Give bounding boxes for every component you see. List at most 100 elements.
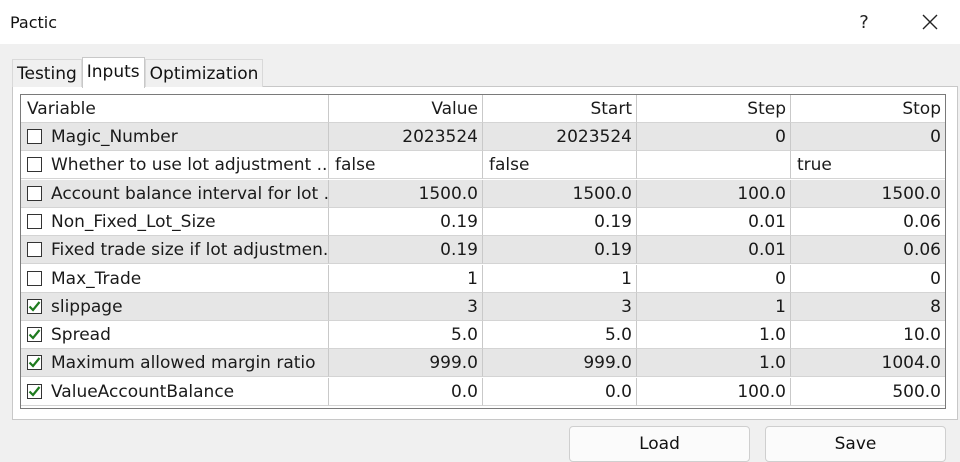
close-button[interactable] <box>908 6 952 38</box>
variable-cell[interactable]: Non_Fixed_Lot_Size <box>21 208 329 236</box>
table-row[interactable]: Fixed trade size if lot adjustmen... 0.19… <box>21 236 945 264</box>
stop-cell[interactable]: 1500.0 <box>791 180 945 208</box>
value-cell[interactable]: 1500.0 <box>329 180 483 208</box>
variable-cell[interactable]: Maximum allowed margin ratio <box>21 349 329 377</box>
help-button[interactable]: ? <box>842 6 886 38</box>
variable-cell[interactable]: ValueAccountBalance <box>21 378 329 406</box>
row-checkbox[interactable] <box>27 299 42 314</box>
table-row[interactable]: slippage 3 3 1 8 <box>21 293 945 321</box>
value-cell[interactable]: 1 <box>329 265 483 293</box>
table-row[interactable]: Spread 5.0 5.0 1.0 10.0 <box>21 321 945 349</box>
column-header-step[interactable]: Step <box>637 95 791 123</box>
stop-cell[interactable]: 500.0 <box>791 378 945 406</box>
row-checkbox[interactable] <box>27 214 42 229</box>
checkmark-icon <box>28 301 41 312</box>
row-checkbox[interactable] <box>27 186 42 201</box>
start-cell[interactable]: 3 <box>483 293 637 321</box>
variable-name: Account balance interval for lot ... <box>51 183 329 204</box>
step-cell[interactable]: 0 <box>637 123 791 151</box>
column-header-start[interactable]: Start <box>483 95 637 123</box>
inputs-grid: Variable Value Start Step Stop Magic_Num… <box>20 94 946 409</box>
variable-name: slippage <box>51 296 123 317</box>
value-cell[interactable]: 2023524 <box>329 123 483 151</box>
start-cell[interactable]: 5.0 <box>483 321 637 349</box>
variable-cell[interactable]: Fixed trade size if lot adjustmen... <box>21 236 329 264</box>
table-row[interactable]: Magic_Number 2023524 2023524 0 0 <box>21 123 945 151</box>
row-checkbox[interactable] <box>27 129 42 144</box>
variable-cell[interactable]: Magic_Number <box>21 123 329 151</box>
step-cell[interactable]: 1.0 <box>637 349 791 377</box>
row-checkbox[interactable] <box>27 355 42 370</box>
table-row[interactable]: Maximum allowed margin ratio 999.0 999.0 1.… <box>21 349 945 377</box>
table-row[interactable]: Whether to use lot adjustment ... false fa… <box>21 151 945 179</box>
stop-cell[interactable]: 0 <box>791 265 945 293</box>
start-cell[interactable]: 2023524 <box>483 123 637 151</box>
tab-optimization[interactable]: Optimization <box>144 59 264 87</box>
stop-cell[interactable]: 0 <box>791 123 945 151</box>
variable-name: Fixed trade size if lot adjustmen... <box>51 239 329 260</box>
value-cell[interactable]: 5.0 <box>329 321 483 349</box>
tab-bar: Testing Inputs Optimization <box>12 57 264 88</box>
row-checkbox[interactable] <box>27 242 42 257</box>
table-row[interactable]: Non_Fixed_Lot_Size 0.19 0.19 0.01 0.06 <box>21 208 945 236</box>
stop-cell[interactable]: 0.06 <box>791 208 945 236</box>
variable-name: Non_Fixed_Lot_Size <box>51 211 216 232</box>
start-cell[interactable]: 0.19 <box>483 208 637 236</box>
variable-name: Whether to use lot adjustment ... <box>51 154 329 175</box>
variable-cell[interactable]: Max_Trade <box>21 265 329 293</box>
title-bar: Pactic ? <box>0 0 960 44</box>
checkmark-icon <box>28 357 41 368</box>
tab-inputs[interactable]: Inputs <box>81 57 145 88</box>
checkmark-icon <box>28 386 41 397</box>
column-header-variable[interactable]: Variable <box>21 95 329 123</box>
start-cell[interactable]: 999.0 <box>483 349 637 377</box>
start-cell[interactable]: 1500.0 <box>483 180 637 208</box>
tab-testing[interactable]: Testing <box>12 59 82 87</box>
table-row[interactable]: Account balance interval for lot ... 1500… <box>21 180 945 208</box>
step-cell[interactable]: 0.01 <box>637 236 791 264</box>
stop-cell[interactable]: 1004.0 <box>791 349 945 377</box>
variable-cell[interactable]: Whether to use lot adjustment ... <box>21 151 329 179</box>
variable-name: Spread <box>51 324 111 345</box>
save-button[interactable]: Save <box>765 426 946 462</box>
checkmark-icon <box>28 329 41 340</box>
column-header-value[interactable]: Value <box>329 95 483 123</box>
start-cell[interactable]: false <box>483 151 637 179</box>
grid-header: Variable Value Start Step Stop <box>21 95 945 123</box>
step-cell[interactable] <box>637 151 791 179</box>
variable-name: Maximum allowed margin ratio <box>51 352 316 373</box>
start-cell[interactable]: 0.19 <box>483 236 637 264</box>
row-checkbox[interactable] <box>27 157 42 172</box>
stop-cell[interactable]: true <box>791 151 945 179</box>
variable-cell[interactable]: Account balance interval for lot ... <box>21 180 329 208</box>
value-cell[interactable]: 0.19 <box>329 236 483 264</box>
stop-cell[interactable]: 0.06 <box>791 236 945 264</box>
variable-name: Max_Trade <box>51 268 142 289</box>
variable-cell[interactable]: slippage <box>21 293 329 321</box>
value-cell[interactable]: false <box>329 151 483 179</box>
step-cell[interactable]: 100.0 <box>637 378 791 406</box>
stop-cell[interactable]: 10.0 <box>791 321 945 349</box>
table-row[interactable]: ValueAccountBalance 0.0 0.0 100.0 500.0 <box>21 378 945 406</box>
stop-cell[interactable]: 8 <box>791 293 945 321</box>
row-checkbox[interactable] <box>27 384 42 399</box>
variable-name: Magic_Number <box>51 126 178 147</box>
value-cell[interactable]: 0.19 <box>329 208 483 236</box>
table-row[interactable]: Max_Trade 1 1 0 0 <box>21 265 945 293</box>
load-button[interactable]: Load <box>569 426 750 462</box>
start-cell[interactable]: 0.0 <box>483 378 637 406</box>
column-header-stop[interactable]: Stop <box>791 95 945 123</box>
variable-name: ValueAccountBalance <box>51 381 235 402</box>
step-cell[interactable]: 100.0 <box>637 180 791 208</box>
step-cell[interactable]: 0 <box>637 265 791 293</box>
value-cell[interactable]: 0.0 <box>329 378 483 406</box>
row-checkbox[interactable] <box>27 327 42 342</box>
variable-cell[interactable]: Spread <box>21 321 329 349</box>
step-cell[interactable]: 0.01 <box>637 208 791 236</box>
step-cell[interactable]: 1.0 <box>637 321 791 349</box>
row-checkbox[interactable] <box>27 271 42 286</box>
value-cell[interactable]: 3 <box>329 293 483 321</box>
step-cell[interactable]: 1 <box>637 293 791 321</box>
start-cell[interactable]: 1 <box>483 265 637 293</box>
value-cell[interactable]: 999.0 <box>329 349 483 377</box>
